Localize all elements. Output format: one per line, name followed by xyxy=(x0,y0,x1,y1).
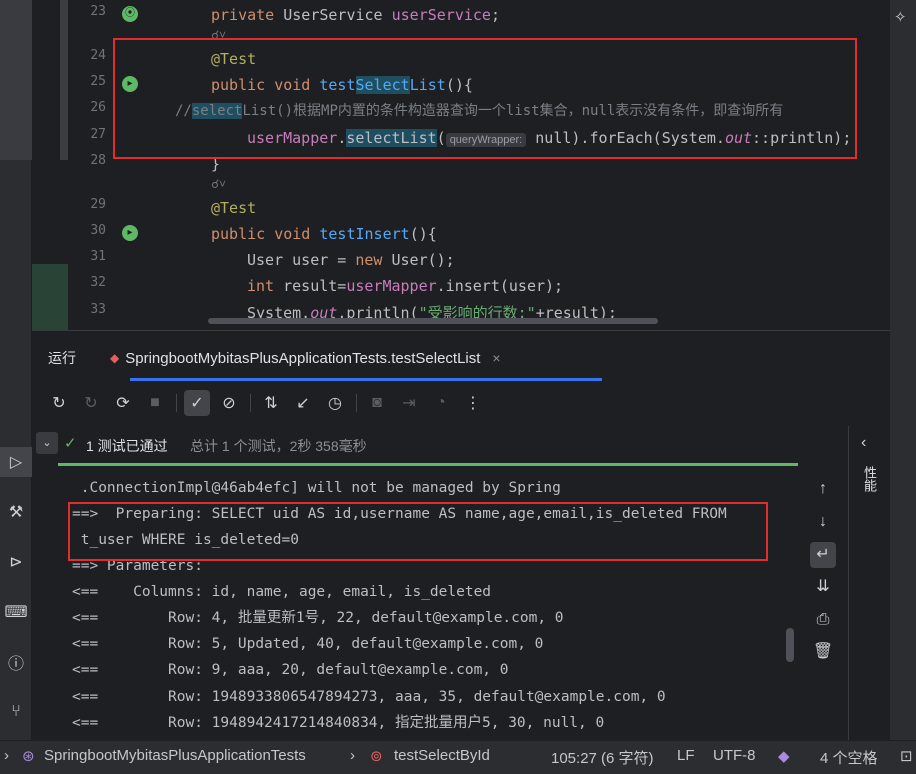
right-tool-strip: ✧ xyxy=(890,0,916,740)
coverage-icon[interactable]: ◔ xyxy=(428,390,454,416)
chevron-down-icon[interactable]: ⌄ xyxy=(36,432,58,454)
tab-active-indicator xyxy=(130,378,602,381)
chevron-left-icon[interactable]: ‹ xyxy=(861,434,866,452)
pass-check-icon: ✓ xyxy=(64,435,77,452)
code-line-30: public void testInsert(){ xyxy=(211,225,437,243)
line-number: 27 xyxy=(90,127,106,142)
stop-icon[interactable]: ■ xyxy=(142,390,168,416)
console-line: <== Row: 1948942417214840834, 指定批量用户5, 3… xyxy=(72,715,605,731)
rerun-icon[interactable]: ↻ xyxy=(46,390,72,416)
line-number: 23 xyxy=(90,4,106,19)
performance-side-panel: ‹ 性能 xyxy=(848,426,890,740)
line-number: 31 xyxy=(90,249,106,264)
build-tool-icon[interactable]: ⚒ xyxy=(0,497,32,527)
console-line: <== Row: 5, Updated, 40, default@example… xyxy=(72,636,544,652)
left-tool-strip: ▷ ⚒ ⊳ ⌨ ⓘ ⑂ xyxy=(0,0,32,740)
run-test-icon[interactable]: ▸ xyxy=(122,225,138,241)
lock-icon[interactable]: ⊡ xyxy=(900,747,913,765)
more-icon[interactable]: ⋮ xyxy=(460,390,486,416)
breadcrumb-method[interactable]: testSelectById xyxy=(394,747,490,764)
run-tool-icon[interactable]: ▷ xyxy=(0,447,32,477)
cursor-position[interactable]: 105:27 (6 字符) xyxy=(551,747,654,768)
indent-setting[interactable]: 4 个空格 xyxy=(820,747,878,768)
console-line: <== Columns: id, name, age, email, is_de… xyxy=(72,584,492,600)
soft-wrap-icon[interactable]: ↵ xyxy=(810,542,836,568)
problems-tool-icon[interactable]: ⓘ xyxy=(0,647,32,677)
run-tab-label: SpringbootMybitasPlusApplicationTests.te… xyxy=(125,349,481,367)
console-side-toolbar: ↑ ↓ ↵ ⇊ ⎙ 🗑 xyxy=(806,466,842,740)
bean-navigate-icon[interactable]: ⦿ xyxy=(122,6,138,22)
scroll-to-end-icon[interactable]: ⇊ xyxy=(810,574,836,600)
close-icon[interactable]: × xyxy=(492,350,500,366)
trash-icon[interactable]: 🗑 xyxy=(810,639,836,665)
history-icon[interactable]: ◷ xyxy=(322,390,348,416)
rerun-failed-icon[interactable]: ↻ xyxy=(78,390,104,416)
ai-assistant-icon[interactable]: ✧ xyxy=(894,8,907,26)
test-pass-status: 1 测试已通过 xyxy=(86,438,168,454)
file-encoding[interactable]: UTF-8 xyxy=(713,747,756,764)
git-tool-icon[interactable]: ⑂ xyxy=(0,697,32,727)
class-icon: ⊛ xyxy=(22,748,35,765)
method-icon: ⊚ xyxy=(370,748,383,765)
line-separator[interactable]: LF xyxy=(677,747,695,764)
code-line-32: int result=userMapper.insert(user); xyxy=(247,277,564,295)
ai-hint-icon[interactable]: ☌˅ xyxy=(211,177,226,191)
chevron-right-icon: › xyxy=(350,747,355,764)
line-number: 29 xyxy=(90,197,106,212)
toolbar-divider xyxy=(176,394,177,412)
line-number: 24 xyxy=(90,48,106,63)
sort-icon[interactable]: ⇅ xyxy=(258,390,284,416)
line-number: 25 xyxy=(90,74,106,89)
terminal-tool-icon[interactable]: ⌨ xyxy=(0,597,32,627)
test-status-row: ⌄ ✓ 1 测试已通过 总计 1 个测试，2秒 358毫秒 xyxy=(32,428,848,462)
editor-horizontal-scrollbar[interactable] xyxy=(208,318,658,324)
line-number: 28 xyxy=(90,153,106,168)
arrow-up-icon[interactable]: ↑ xyxy=(810,476,836,502)
performance-label[interactable]: 性能 xyxy=(861,466,879,492)
code-line-23: private UserService userService; xyxy=(211,6,500,24)
status-bar: › ⊛ SpringbootMybitasPlusApplicationTest… xyxy=(0,740,916,774)
camera-icon[interactable]: ◙ xyxy=(364,390,390,416)
highlight-box-sql xyxy=(68,502,768,561)
console-line: <== Row: 4, 批量更新1号, 22, default@example.… xyxy=(72,610,564,626)
run-panel-header: 运行 ◆ SpringbootMybitasPlusApplicationTes… xyxy=(32,330,890,381)
toolbar-divider xyxy=(250,394,251,412)
run-config-tab[interactable]: ◆ SpringbootMybitasPlusApplicationTests.… xyxy=(100,341,511,375)
console-line: <== Row: 9, aaa, 20, default@example.com… xyxy=(72,662,509,678)
plugin-status-icon[interactable]: ◆ xyxy=(778,747,790,765)
test-summary: 总计 1 个测试，2秒 358毫秒 xyxy=(190,438,367,454)
run-panel-title: 运行 xyxy=(48,350,76,366)
line-number: 33 xyxy=(90,302,106,317)
code-line-31: User user = new User(); xyxy=(247,251,455,269)
console-vertical-scrollbar[interactable] xyxy=(786,628,794,662)
services-tool-icon[interactable]: ⊳ xyxy=(0,547,32,577)
console-line: <== Row: 1948933806547894273, aaa, 35, d… xyxy=(72,689,666,705)
run-toolbar: ↻ ↻ ⟳ ■ ✓ ⊘ ⇅ ↙ ◷ ◙ ⇥ ◔ ⋮ xyxy=(32,382,890,424)
highlight-box-code xyxy=(113,38,857,159)
console-line: .ConnectionImpl@46ab4efc] will not be ma… xyxy=(72,480,561,496)
arrow-down-icon[interactable]: ↓ xyxy=(810,509,836,535)
export-icon[interactable]: ⇥ xyxy=(396,390,422,416)
test-config-icon: ◆ xyxy=(110,351,120,365)
line-number: 30 xyxy=(90,223,106,238)
import-results-icon[interactable]: ↙ xyxy=(290,390,316,416)
chevron-right-icon: › xyxy=(4,747,9,764)
code-line-29: @Test xyxy=(211,199,257,217)
line-number: 32 xyxy=(90,275,106,290)
toolbar-divider xyxy=(356,394,357,412)
left-strip-scroll-area xyxy=(0,0,32,160)
check-icon[interactable]: ✓ xyxy=(184,390,210,416)
line-number: 26 xyxy=(90,100,106,115)
ignored-icon[interactable]: ⊘ xyxy=(216,390,242,416)
print-icon[interactable]: ⎙ xyxy=(810,607,836,633)
breadcrumb-class[interactable]: SpringbootMybitasPlusApplicationTests xyxy=(44,747,306,764)
toggle-auto-test-icon[interactable]: ⟳ xyxy=(110,390,136,416)
